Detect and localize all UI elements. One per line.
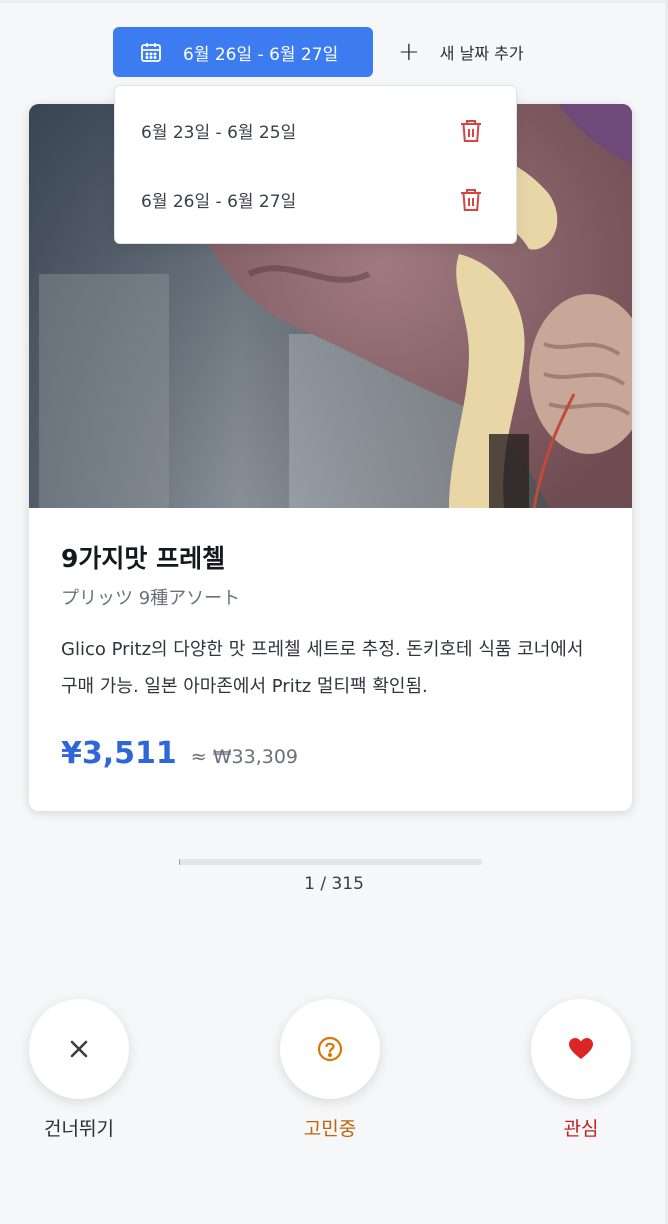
date-range-button[interactable]: 6월 26일 - 6월 27일 xyxy=(113,27,373,77)
add-date-button[interactable]: + 새 날짜 추가 xyxy=(398,36,524,68)
date-option-label: 6월 26일 - 6월 27일 xyxy=(141,191,297,212)
question-circle-icon xyxy=(317,1036,343,1062)
date-range-dropdown: 6월 23일 - 6월 25일 6월 26일 - 6월 27일 xyxy=(114,85,517,244)
add-date-label: 새 날짜 추가 xyxy=(439,44,524,63)
like-button[interactable] xyxy=(531,999,631,1099)
trash-icon[interactable] xyxy=(459,187,483,213)
like-label: 관심 xyxy=(563,1118,599,1140)
date-option[interactable]: 6월 26일 - 6월 27일 xyxy=(115,169,516,229)
maybe-label: 고민중 xyxy=(303,1118,357,1140)
progress-fill xyxy=(179,859,180,865)
calendar-icon xyxy=(141,43,161,62)
price-jpy: ¥3,511 xyxy=(61,736,177,771)
progress-counter: 1 / 315 xyxy=(304,874,364,894)
close-icon xyxy=(70,1040,88,1058)
skip-button[interactable] xyxy=(29,999,129,1099)
product-title: 9가지맛 프레첼 xyxy=(61,544,226,573)
top-edge xyxy=(0,0,668,3)
trash-icon[interactable] xyxy=(459,118,483,144)
date-option-label: 6월 23일 - 6월 25일 xyxy=(141,122,297,143)
product-description: Glico Pritz의 다양한 맛 프레첼 세트로 추정. 돈키호테 식품 코… xyxy=(61,639,584,697)
heart-icon xyxy=(569,1038,593,1059)
product-subtitle: プリッツ 9種アソート xyxy=(61,588,241,609)
date-option[interactable]: 6월 23일 - 6월 25일 xyxy=(115,100,516,160)
price-row: ¥3,511 ≈ ₩33,309 xyxy=(61,736,298,771)
price-krw: ≈ ₩33,309 xyxy=(190,746,299,768)
progress-bar xyxy=(179,859,482,865)
plus-icon: + xyxy=(398,37,420,67)
maybe-button[interactable] xyxy=(280,999,380,1099)
skip-label: 건너뛰기 xyxy=(44,1118,114,1140)
date-range-label: 6월 26일 - 6월 27일 xyxy=(183,44,339,65)
